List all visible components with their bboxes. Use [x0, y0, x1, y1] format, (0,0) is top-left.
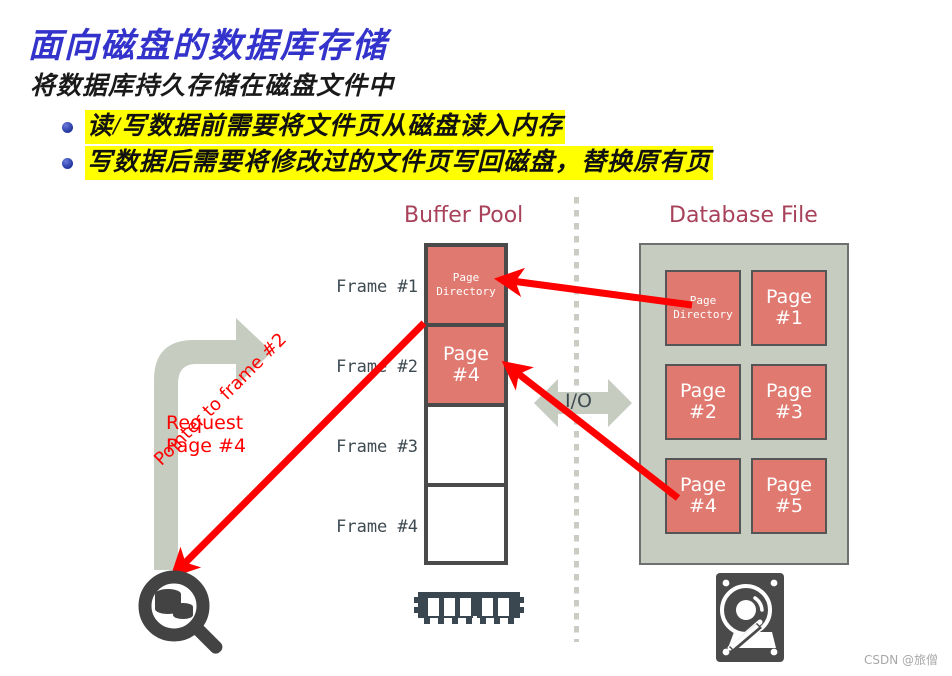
ram-module-icon: [414, 592, 524, 636]
page-title: 面向磁盘的数据库存储: [28, 28, 388, 65]
buffer-frame-2-label: Frame #2: [336, 357, 418, 377]
bullet-dot-icon: [62, 157, 73, 169]
database-search-icon: [138, 570, 223, 654]
buffer-frame-4[interactable]: [428, 487, 504, 561]
buffer-frame-3-label: Frame #3: [336, 437, 418, 457]
db-page-4-line2: #4: [688, 495, 717, 517]
db-page-2[interactable]: Page #2: [665, 364, 741, 440]
db-page-4[interactable]: Page #4: [665, 458, 741, 534]
hard-disk-icon: [716, 573, 784, 662]
db-page-0-line1: Page: [689, 294, 717, 308]
db-page-3[interactable]: Page #3: [751, 364, 827, 440]
slide-canvas: 面向磁盘的数据库存储 将数据库持久存储在磁盘文件中 读/写数据前需要将文件页从磁…: [0, 0, 952, 676]
bullet-text-1: 读/写数据前需要将文件页从磁盘读入内存: [85, 110, 565, 144]
db-page-4-line1: Page: [680, 473, 726, 496]
database-file-container: Page Directory Page #1 Page #2 Page #3 P…: [639, 243, 849, 565]
buffer-frame-2[interactable]: Page #4: [428, 327, 504, 403]
db-page-5[interactable]: Page #5: [751, 458, 827, 534]
buffer-frame-1-label: Frame #1: [336, 277, 418, 297]
db-page-1-line2: #1: [774, 307, 803, 329]
db-page-3-line1: Page: [766, 379, 812, 402]
db-page-directory[interactable]: Page Directory: [665, 270, 741, 346]
db-page-0-line2: Directory: [673, 308, 733, 321]
buffer-frame-1-line2: Directory: [436, 285, 496, 298]
database-file-header: Database File: [669, 203, 818, 228]
db-page-5-line1: Page: [766, 473, 812, 496]
buffer-frame-3[interactable]: [428, 407, 504, 483]
buffer-frame-1[interactable]: Page Directory: [428, 247, 504, 323]
buffer-frame-1-line1: Page: [452, 271, 480, 285]
db-page-3-line2: #3: [774, 401, 803, 423]
buffer-frame-2-line2: #4: [451, 364, 480, 386]
io-label: I/O: [565, 390, 592, 412]
bullet-dot-icon: [62, 121, 73, 133]
db-page-2-line1: Page: [680, 379, 726, 402]
watermark: CSDN @旅僧: [863, 653, 938, 667]
db-page-2-line2: #2: [688, 401, 717, 423]
buffer-frame-2-line1: Page: [443, 342, 489, 365]
bullet-item-2: 写数据后需要将修改过的文件页写回磁盘，替换原有页: [62, 146, 714, 180]
db-page-5-line2: #5: [774, 495, 803, 517]
bullet-text-2: 写数据后需要将修改过的文件页写回磁盘，替换原有页: [85, 146, 714, 180]
page-subtitle: 将数据库持久存储在磁盘文件中: [30, 73, 395, 100]
db-page-1-line1: Page: [766, 285, 812, 308]
bullet-item-1: 读/写数据前需要将文件页从磁盘读入内存: [62, 110, 565, 144]
buffer-pool-header: Buffer Pool: [404, 203, 524, 228]
buffer-frame-4-label: Frame #4: [336, 517, 418, 537]
db-page-1[interactable]: Page #1: [751, 270, 827, 346]
buffer-pool-container: Page Directory Page #4: [424, 243, 508, 565]
buffer-frame-1-page: Page Directory: [428, 247, 504, 323]
buffer-frame-2-page: Page #4: [428, 327, 504, 403]
